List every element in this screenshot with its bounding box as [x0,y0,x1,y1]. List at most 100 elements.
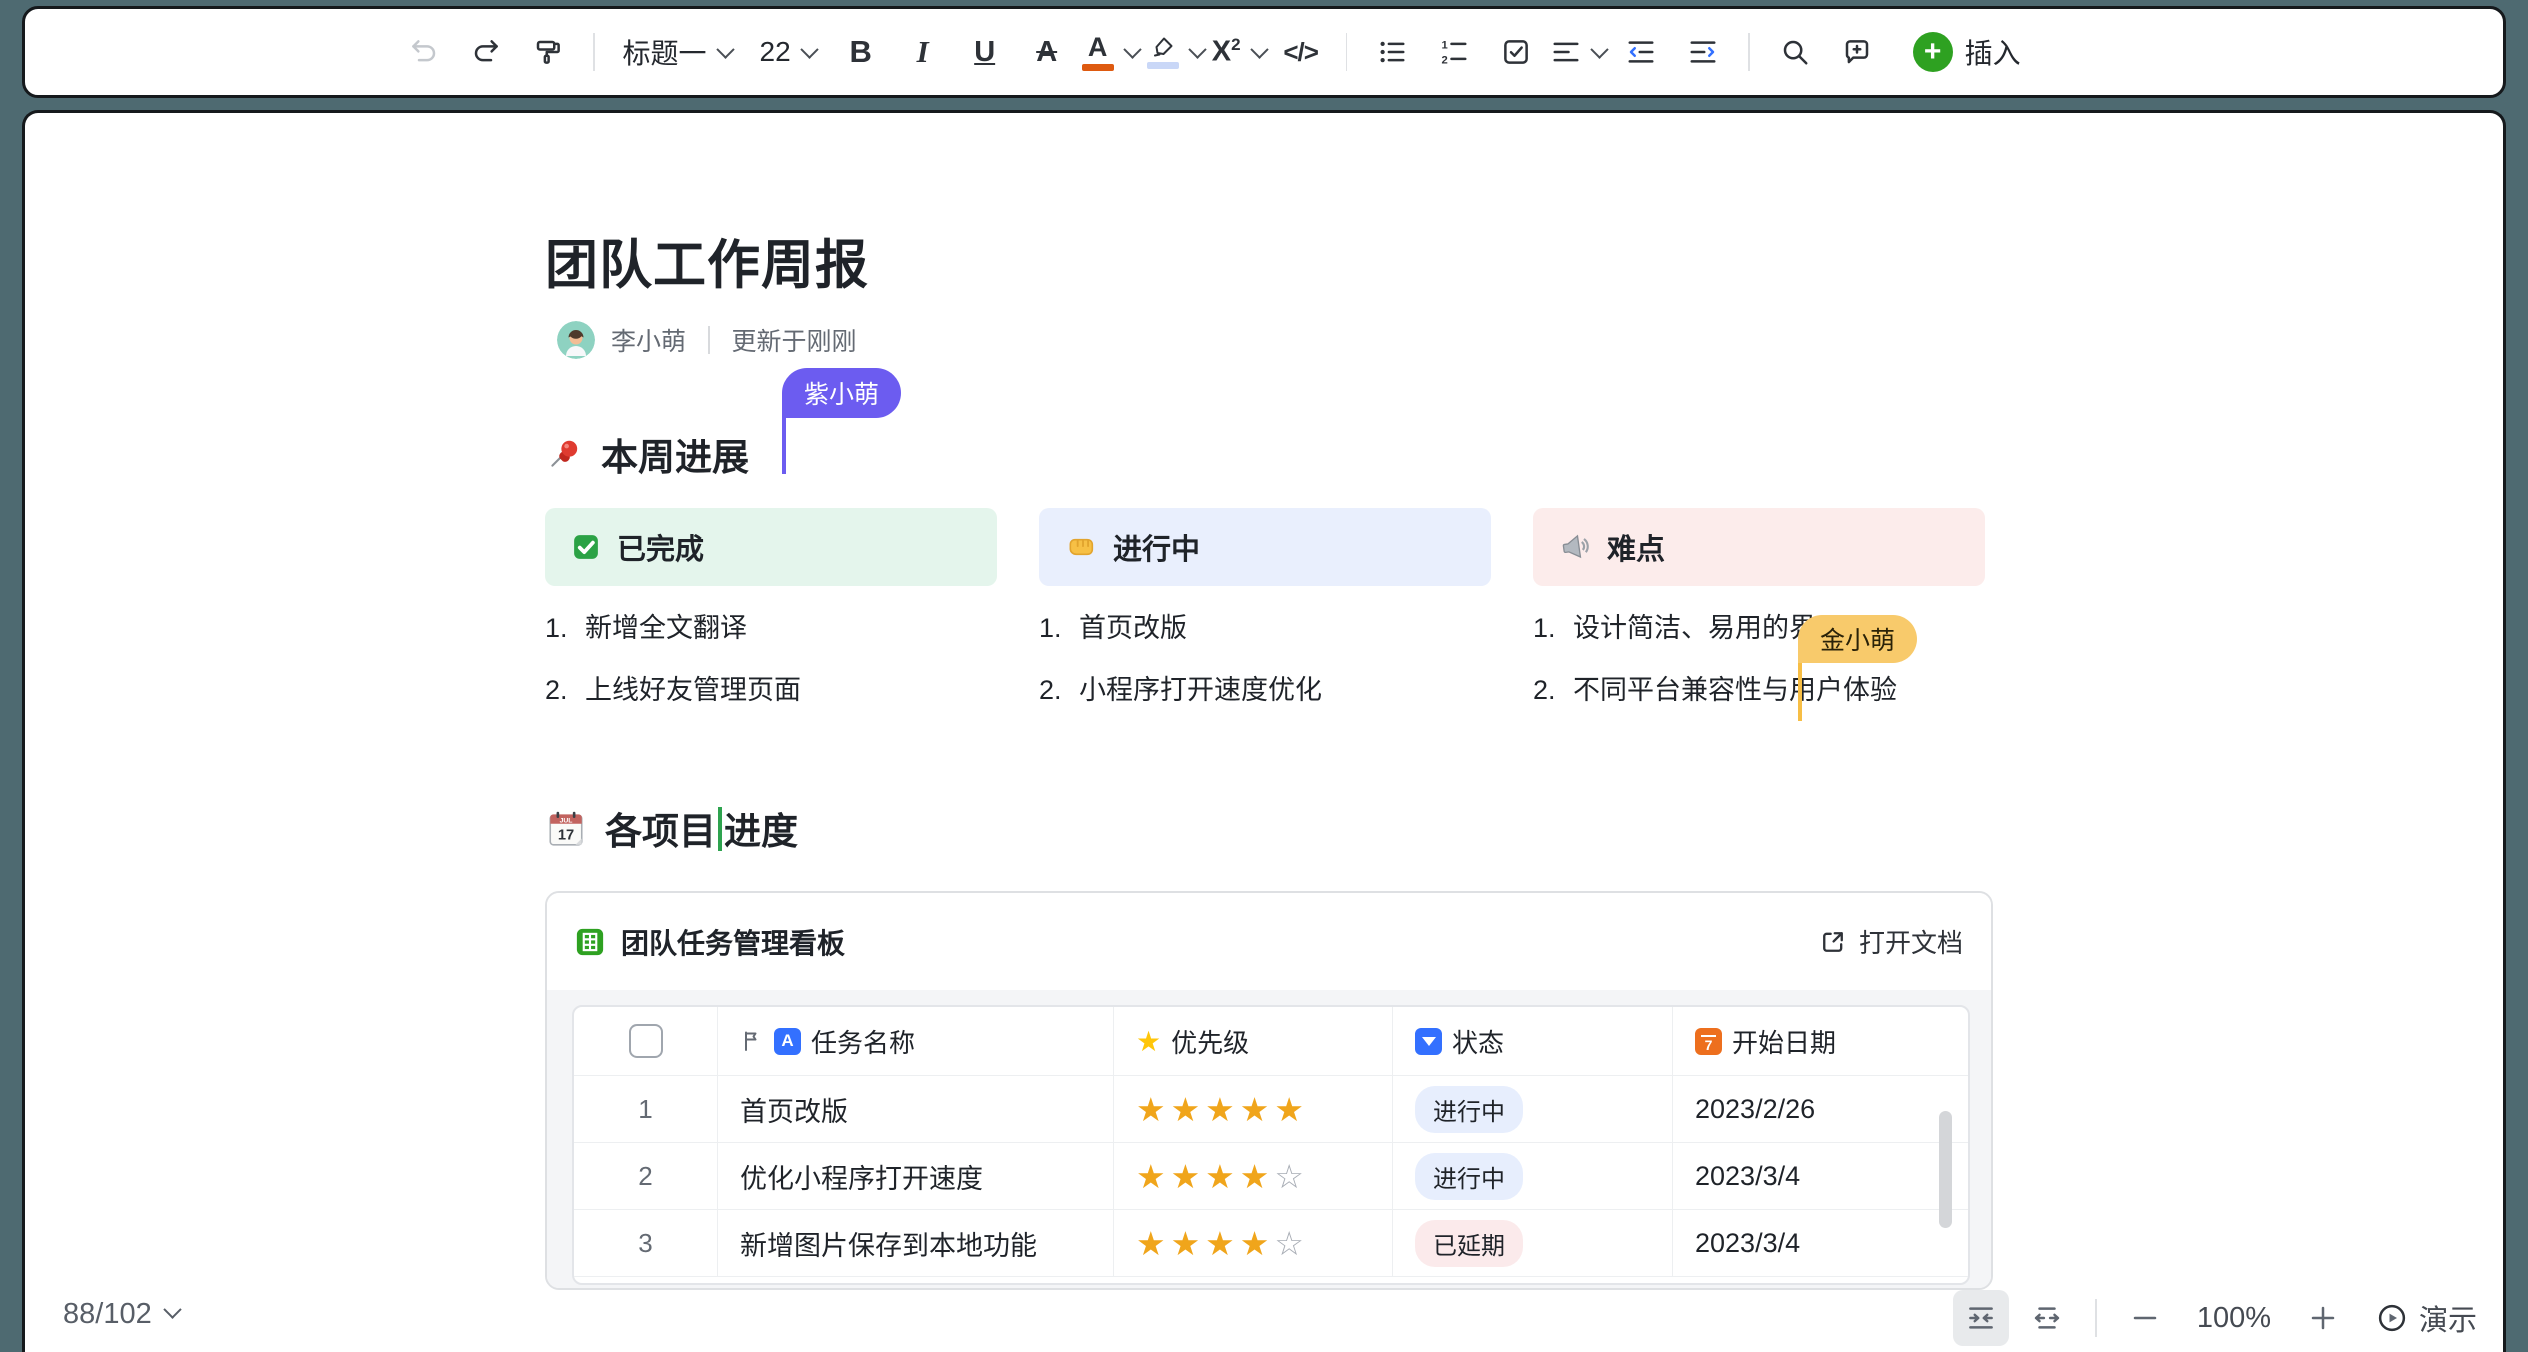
column-header-date[interactable]: 7 开始日期 [1673,1007,1968,1075]
search-button[interactable] [1768,24,1822,80]
panel-in-progress[interactable]: 进行中 [1039,508,1491,586]
status-badge[interactable]: 进行中 [1415,1153,1523,1200]
todo-list-button[interactable] [1489,24,1543,80]
task-name-cell[interactable]: 首页改版 [740,1090,848,1129]
column-header-label: 状态 [1452,1023,1504,1060]
redo-button[interactable] [459,24,513,80]
format-painter-button[interactable] [521,24,575,80]
avatar[interactable] [557,321,595,359]
format-painter-icon [533,37,563,67]
text-color-button[interactable]: A [1082,24,1139,80]
font-size-select[interactable]: 22 [750,24,826,80]
list-number: 1. [545,611,585,645]
status-badge[interactable]: 进行中 [1415,1086,1523,1133]
chevron-down-icon [1590,40,1608,58]
list-number: 2. [545,673,585,707]
status-badge[interactable]: 已延期 [1415,1220,1523,1267]
svg-text:JUL: JUL [560,818,573,825]
list-item[interactable]: 1. 设计简洁、易用的界面 [1533,611,1985,645]
column-header-name[interactable]: A 任务名称 [718,1007,1114,1075]
highlight-color-button[interactable] [1147,24,1204,80]
bullet-list-button[interactable] [1365,24,1419,80]
priority-stars[interactable]: ★★★★★ [1136,1090,1309,1129]
table-scrollbar[interactable] [1939,1111,1952,1228]
alignment-button[interactable] [1551,24,1606,80]
indent-button[interactable] [1676,24,1730,80]
table-row[interactable]: 1 首页改版 ★★★★★ 进行中 2023/2/26 [574,1075,1968,1142]
inline-code-button[interactable]: </> [1274,24,1328,80]
column-header-status[interactable]: 状态 [1393,1007,1673,1075]
chevron-down-icon [1123,40,1141,58]
card-title-wrap: 团队任务管理看板 [575,922,845,962]
paragraph-style-value: 标题一 [623,32,707,72]
italic-button[interactable]: I [896,24,950,80]
statusbar-controls: 100% 演示 [1953,1290,2477,1346]
search-icon [1780,37,1810,67]
list-number: 2. [1039,673,1079,707]
text-caret-green [718,807,722,851]
outdent-button[interactable] [1614,24,1668,80]
pushpin-icon [545,435,583,473]
task-name-cell[interactable]: 新增图片保存到本地功能 [740,1224,1037,1263]
page-indicator[interactable]: 88/102 [63,1298,179,1331]
start-date-cell[interactable]: 2023/3/4 [1695,1228,1800,1259]
section-heading-progress[interactable]: 本周进展 [545,427,749,481]
date-field-icon: 7 [1695,1028,1722,1055]
svg-text:1: 1 [1442,39,1448,51]
panel-difficulty[interactable]: 难点 [1533,508,1985,586]
task-name-cell[interactable]: 优化小程序打开速度 [740,1157,983,1196]
panel-done[interactable]: 已完成 [545,508,997,586]
toolbar-divider [593,33,595,71]
undo-button[interactable] [397,24,451,80]
bold-button[interactable]: B [834,24,888,80]
author-name[interactable]: 李小萌 [611,322,686,358]
indent-icon [1688,37,1718,67]
card-body: A 任务名称 ★ 优先级 状态 [547,990,1991,1288]
document-title[interactable]: 团队工作周报 [545,223,869,299]
numbered-list-button[interactable]: 12 [1427,24,1481,80]
chevron-down-icon [716,40,734,58]
comment-button[interactable] [1830,24,1884,80]
start-date-cell[interactable]: 2023/2/26 [1695,1094,1815,1125]
row-number: 2 [638,1161,652,1192]
status-panels: 已完成 进行中 难点 [545,508,1993,586]
table-row[interactable]: 2 优化小程序打开速度 ★★★★☆ 进行中 2023/3/4 [574,1142,1968,1209]
insert-label: 插入 [1965,32,2021,72]
list-done: 1. 新增全文翻译 2. 上线好友管理页面 [545,611,997,735]
superscript-button[interactable]: X2 [1212,24,1266,80]
start-date-cell[interactable]: 2023/3/4 [1695,1161,1800,1192]
insert-plus-icon: + [1913,32,1953,72]
bullet-list-icon [1377,37,1407,67]
fit-width-button[interactable] [1953,1290,2009,1346]
underline-button[interactable]: U [958,24,1012,80]
paragraph-style-select[interactable]: 标题一 [613,24,742,80]
select-all-checkbox[interactable] [629,1024,663,1058]
collaborator-caret-orange [1798,663,1802,721]
list-item[interactable]: 2. 上线好友管理页面 [545,673,997,707]
insert-button[interactable]: + 插入 [1892,24,2042,80]
text-field-icon: A [774,1028,801,1055]
present-button[interactable]: 演示 [2377,1297,2477,1339]
open-document-button[interactable]: 打开文档 [1819,923,1963,960]
calendar-icon: JUL 17 [545,807,587,849]
priority-stars[interactable]: ★★★★☆ [1136,1157,1309,1196]
list-item[interactable]: 1. 首页改版 [1039,611,1491,645]
table-row[interactable]: 3 新增图片保存到本地功能 ★★★★☆ 已延期 2023/3/4 [574,1209,1968,1276]
zoom-out-button[interactable] [2117,1290,2173,1346]
full-width-button[interactable] [2019,1290,2075,1346]
column-header-priority[interactable]: ★ 优先级 [1114,1007,1393,1075]
undo-icon [409,37,439,67]
priority-stars[interactable]: ★★★★☆ [1136,1224,1309,1263]
list-item[interactable]: 2. 小程序打开速度优化 [1039,673,1491,707]
zoom-in-button[interactable] [2295,1290,2351,1346]
todo-list-icon [1501,37,1531,67]
zoom-level[interactable]: 100% [2197,1302,2271,1335]
strikethrough-button[interactable]: A [1020,24,1074,80]
list-item[interactable]: 1. 新增全文翻译 [545,611,997,645]
panel-title: 已完成 [617,526,704,568]
collaborator-caret-purple [782,418,786,474]
list-item[interactable]: 2. 不同平台兼容性与用户体验 [1533,673,1985,707]
card-title[interactable]: 团队任务管理看板 [621,922,845,962]
section-heading-projects[interactable]: JUL 17 各项目进度 [545,801,798,855]
svg-text:2: 2 [1442,54,1448,66]
